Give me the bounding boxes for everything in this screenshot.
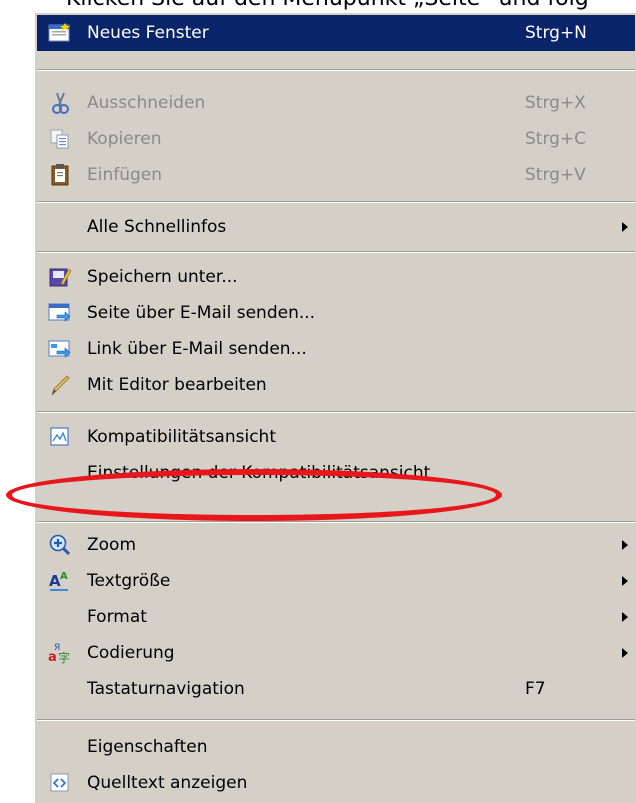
- save-icon: [47, 265, 73, 289]
- submenu-arrow-icon: [622, 540, 628, 550]
- submenu-arrow-icon: [622, 222, 628, 232]
- context-menu: Neues Fenster Strg+N Ausschneiden Strg+X: [34, 12, 636, 803]
- zoom-icon: [47, 533, 73, 557]
- svg-text:A: A: [60, 571, 68, 582]
- menu-item-label: Neues Fenster: [87, 23, 209, 43]
- menu-item-zoom[interactable]: Zoom: [37, 527, 635, 563]
- menu-item-label: Link über E-Mail senden...: [87, 339, 307, 359]
- pencil-icon: [47, 373, 73, 397]
- menu-item-encoding[interactable]: a Я 字 Codierung: [37, 635, 635, 671]
- menu-item-copy[interactable]: Kopieren Strg+C: [37, 121, 635, 157]
- menu-item-shortcut: F7: [525, 679, 546, 699]
- menu-separator: [37, 201, 635, 203]
- svg-text:字: 字: [58, 650, 70, 665]
- text-size-icon: A A: [47, 569, 73, 593]
- submenu-arrow-icon: [622, 612, 628, 622]
- menu-item-label: Quelltext anzeigen: [87, 773, 248, 793]
- copy-icon: [47, 127, 73, 151]
- compat-view-icon: [47, 425, 73, 449]
- menu-item-label: Einfügen: [87, 165, 163, 185]
- menu-item-compatibility-view[interactable]: Kompatibilitätsansicht: [37, 419, 635, 455]
- menu-item-send-link[interactable]: Link über E-Mail senden...: [37, 331, 635, 367]
- menu-item-label: Textgröße: [87, 571, 171, 591]
- menu-item-send-page[interactable]: Seite über E-Mail senden...: [37, 295, 635, 331]
- encoding-icon: a Я 字: [47, 641, 73, 665]
- new-window-icon: [47, 21, 73, 45]
- menu-item-shortcut: Strg+N: [525, 23, 587, 43]
- source-icon: [47, 771, 73, 795]
- menu-item-edit-with-editor[interactable]: Mit Editor bearbeiten: [37, 367, 635, 403]
- submenu-arrow-icon: [622, 648, 628, 658]
- menu-item-new-window[interactable]: Neues Fenster Strg+N: [37, 15, 635, 51]
- menu-item-label: Alle Schnellinfos: [87, 217, 227, 237]
- menu-item-label: Format: [87, 607, 147, 627]
- menu-item-label: Zoom: [87, 535, 137, 555]
- menu-item-view-source[interactable]: Quelltext anzeigen: [37, 765, 635, 801]
- menu-item-label: Mit Editor bearbeiten: [87, 375, 267, 395]
- menu-item-caret-browsing[interactable]: Tastaturnavigation F7: [37, 671, 635, 707]
- mail-page-icon: [47, 301, 73, 325]
- menu-item-properties[interactable]: Eigenschaften: [37, 729, 635, 765]
- menu-item-cut[interactable]: Ausschneiden Strg+X: [37, 85, 635, 121]
- menu-item-label: Kompatibilitätsansicht: [87, 427, 276, 447]
- menu-item-accelerators[interactable]: Alle Schnellinfos: [37, 209, 635, 245]
- menu-separator: [37, 411, 635, 413]
- menu-separator: [37, 521, 635, 523]
- menu-item-label: Tastaturnavigation: [87, 679, 245, 699]
- clipboard-icon: [47, 163, 73, 187]
- menu-item-save-as[interactable]: Speichern unter...: [37, 259, 635, 295]
- menu-item-shortcut: Strg+C: [525, 129, 587, 149]
- menu-item-text-size[interactable]: A A Textgröße: [37, 563, 635, 599]
- menu-item-label: Codierung: [87, 643, 175, 663]
- menu-item-label: Speichern unter...: [87, 267, 238, 287]
- menu-item-label: Seite über E-Mail senden...: [87, 303, 316, 323]
- submenu-arrow-icon: [622, 576, 628, 586]
- menu-item-shortcut: Strg+V: [525, 165, 586, 185]
- scissors-icon: [47, 91, 73, 115]
- menu-item-shortcut: Strg+X: [525, 93, 586, 113]
- menu-item-paste[interactable]: Einfügen Strg+V: [37, 157, 635, 193]
- menu-separator: [37, 251, 635, 253]
- menu-separator: [37, 719, 635, 721]
- mail-link-icon: [47, 337, 73, 361]
- menu-item-format[interactable]: Format: [37, 599, 635, 635]
- menu-item-label: Einstellungen der Kompatibilitätsansicht: [87, 463, 431, 483]
- menu-item-label: Kopieren: [87, 129, 162, 149]
- menu-item-compatibility-settings[interactable]: Einstellungen der Kompatibilitätsansicht: [37, 455, 635, 491]
- menu-item-label: Ausschneiden: [87, 93, 206, 113]
- menu-item-label: Eigenschaften: [87, 737, 208, 757]
- menu-separator: [37, 69, 635, 71]
